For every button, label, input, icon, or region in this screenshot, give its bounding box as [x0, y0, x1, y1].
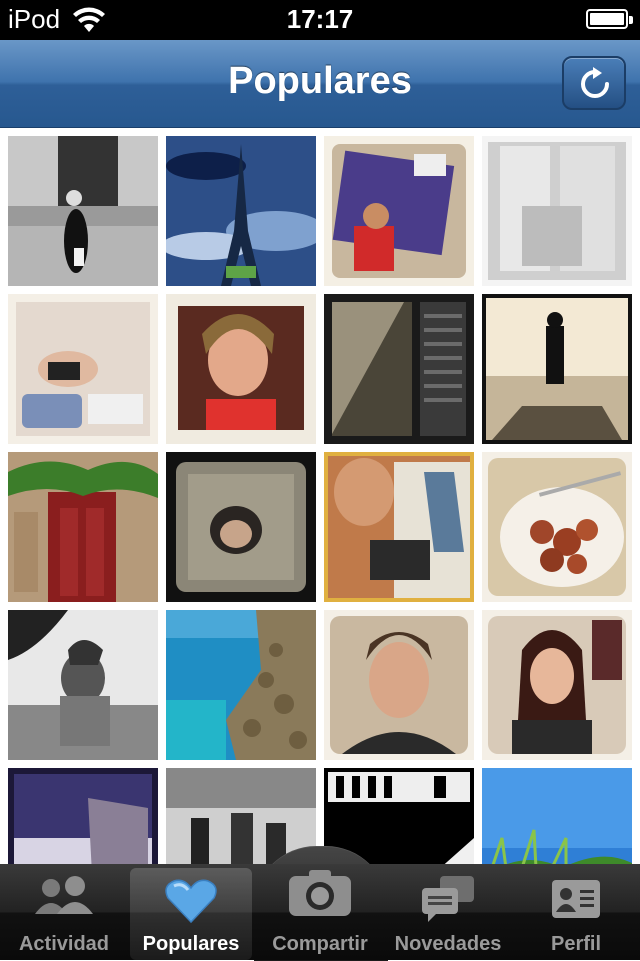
photo-thumbnail[interactable]: [482, 768, 632, 864]
tab-novedades[interactable]: Novedades: [384, 864, 512, 960]
photo-thumbnail[interactable]: [482, 610, 632, 760]
photo-grid: [0, 128, 640, 864]
photo-thumbnail[interactable]: [8, 294, 158, 444]
photo-image: [8, 136, 158, 286]
photo-image: [324, 452, 474, 602]
photo-thumbnail[interactable]: [8, 768, 158, 864]
photo-image: [8, 452, 158, 602]
photo-thumbnail[interactable]: [8, 610, 158, 760]
photo-image: [482, 294, 632, 444]
photo-image: [166, 610, 316, 760]
photo-image: [482, 768, 632, 864]
photo-thumbnail[interactable]: [324, 294, 474, 444]
photo-thumbnail[interactable]: [324, 610, 474, 760]
photo-image: [482, 610, 632, 760]
tab-compartir[interactable]: Compartir: [256, 864, 384, 960]
photo-image: [482, 452, 632, 602]
photo-thumbnail[interactable]: [166, 294, 316, 444]
refresh-icon: [581, 67, 609, 98]
photo-image: [166, 452, 316, 602]
photo-image: [166, 136, 316, 286]
tab-label-perfil: Perfil: [550, 933, 602, 955]
photo-thumbnail[interactable]: [482, 136, 632, 286]
tab-label-novedades: Novedades: [394, 933, 502, 955]
status-bar: iPod 17:17: [0, 0, 640, 40]
photo-image: [482, 136, 632, 286]
photo-image: [324, 136, 474, 286]
profile-card-icon: [552, 880, 600, 918]
photo-thumbnail[interactable]: [166, 452, 316, 602]
tab-label-compartir: Compartir: [272, 933, 368, 955]
tab-perfil[interactable]: Perfil: [512, 864, 640, 960]
photo-thumbnail[interactable]: [482, 452, 632, 602]
clock: 17:17: [286, 4, 354, 34]
photo-thumbnail[interactable]: [166, 610, 316, 760]
photo-thumbnail[interactable]: [324, 136, 474, 286]
heart-icon: [165, 879, 217, 924]
photo-image: [8, 610, 158, 760]
tab-label-actividad: Actividad: [18, 933, 110, 955]
page-title: Populares: [228, 60, 412, 102]
photo-image: [324, 610, 474, 760]
refresh-button[interactable]: [562, 56, 626, 110]
tab-label-populares: Populares: [142, 933, 240, 955]
people-icon: [35, 876, 93, 914]
tab-bar: Actividad Populares Compartir Novedades …: [0, 864, 640, 960]
photo-image: [324, 294, 474, 444]
photo-image: [166, 294, 316, 444]
photo-thumbnail[interactable]: [8, 136, 158, 286]
photo-thumbnail[interactable]: [482, 294, 632, 444]
photo-thumbnail[interactable]: [166, 136, 316, 286]
camera-icon: [289, 870, 351, 916]
battery-icon: [586, 9, 633, 29]
photo-image: [8, 294, 158, 444]
photo-thumbnail[interactable]: [324, 452, 474, 602]
tab-populares[interactable]: Populares: [130, 868, 252, 960]
chat-bubbles-icon: [422, 876, 474, 922]
nav-bar: Populares: [0, 40, 640, 128]
photo-thumbnail[interactable]: [8, 452, 158, 602]
tab-actividad[interactable]: Actividad: [0, 864, 128, 960]
photo-image: [8, 768, 158, 864]
